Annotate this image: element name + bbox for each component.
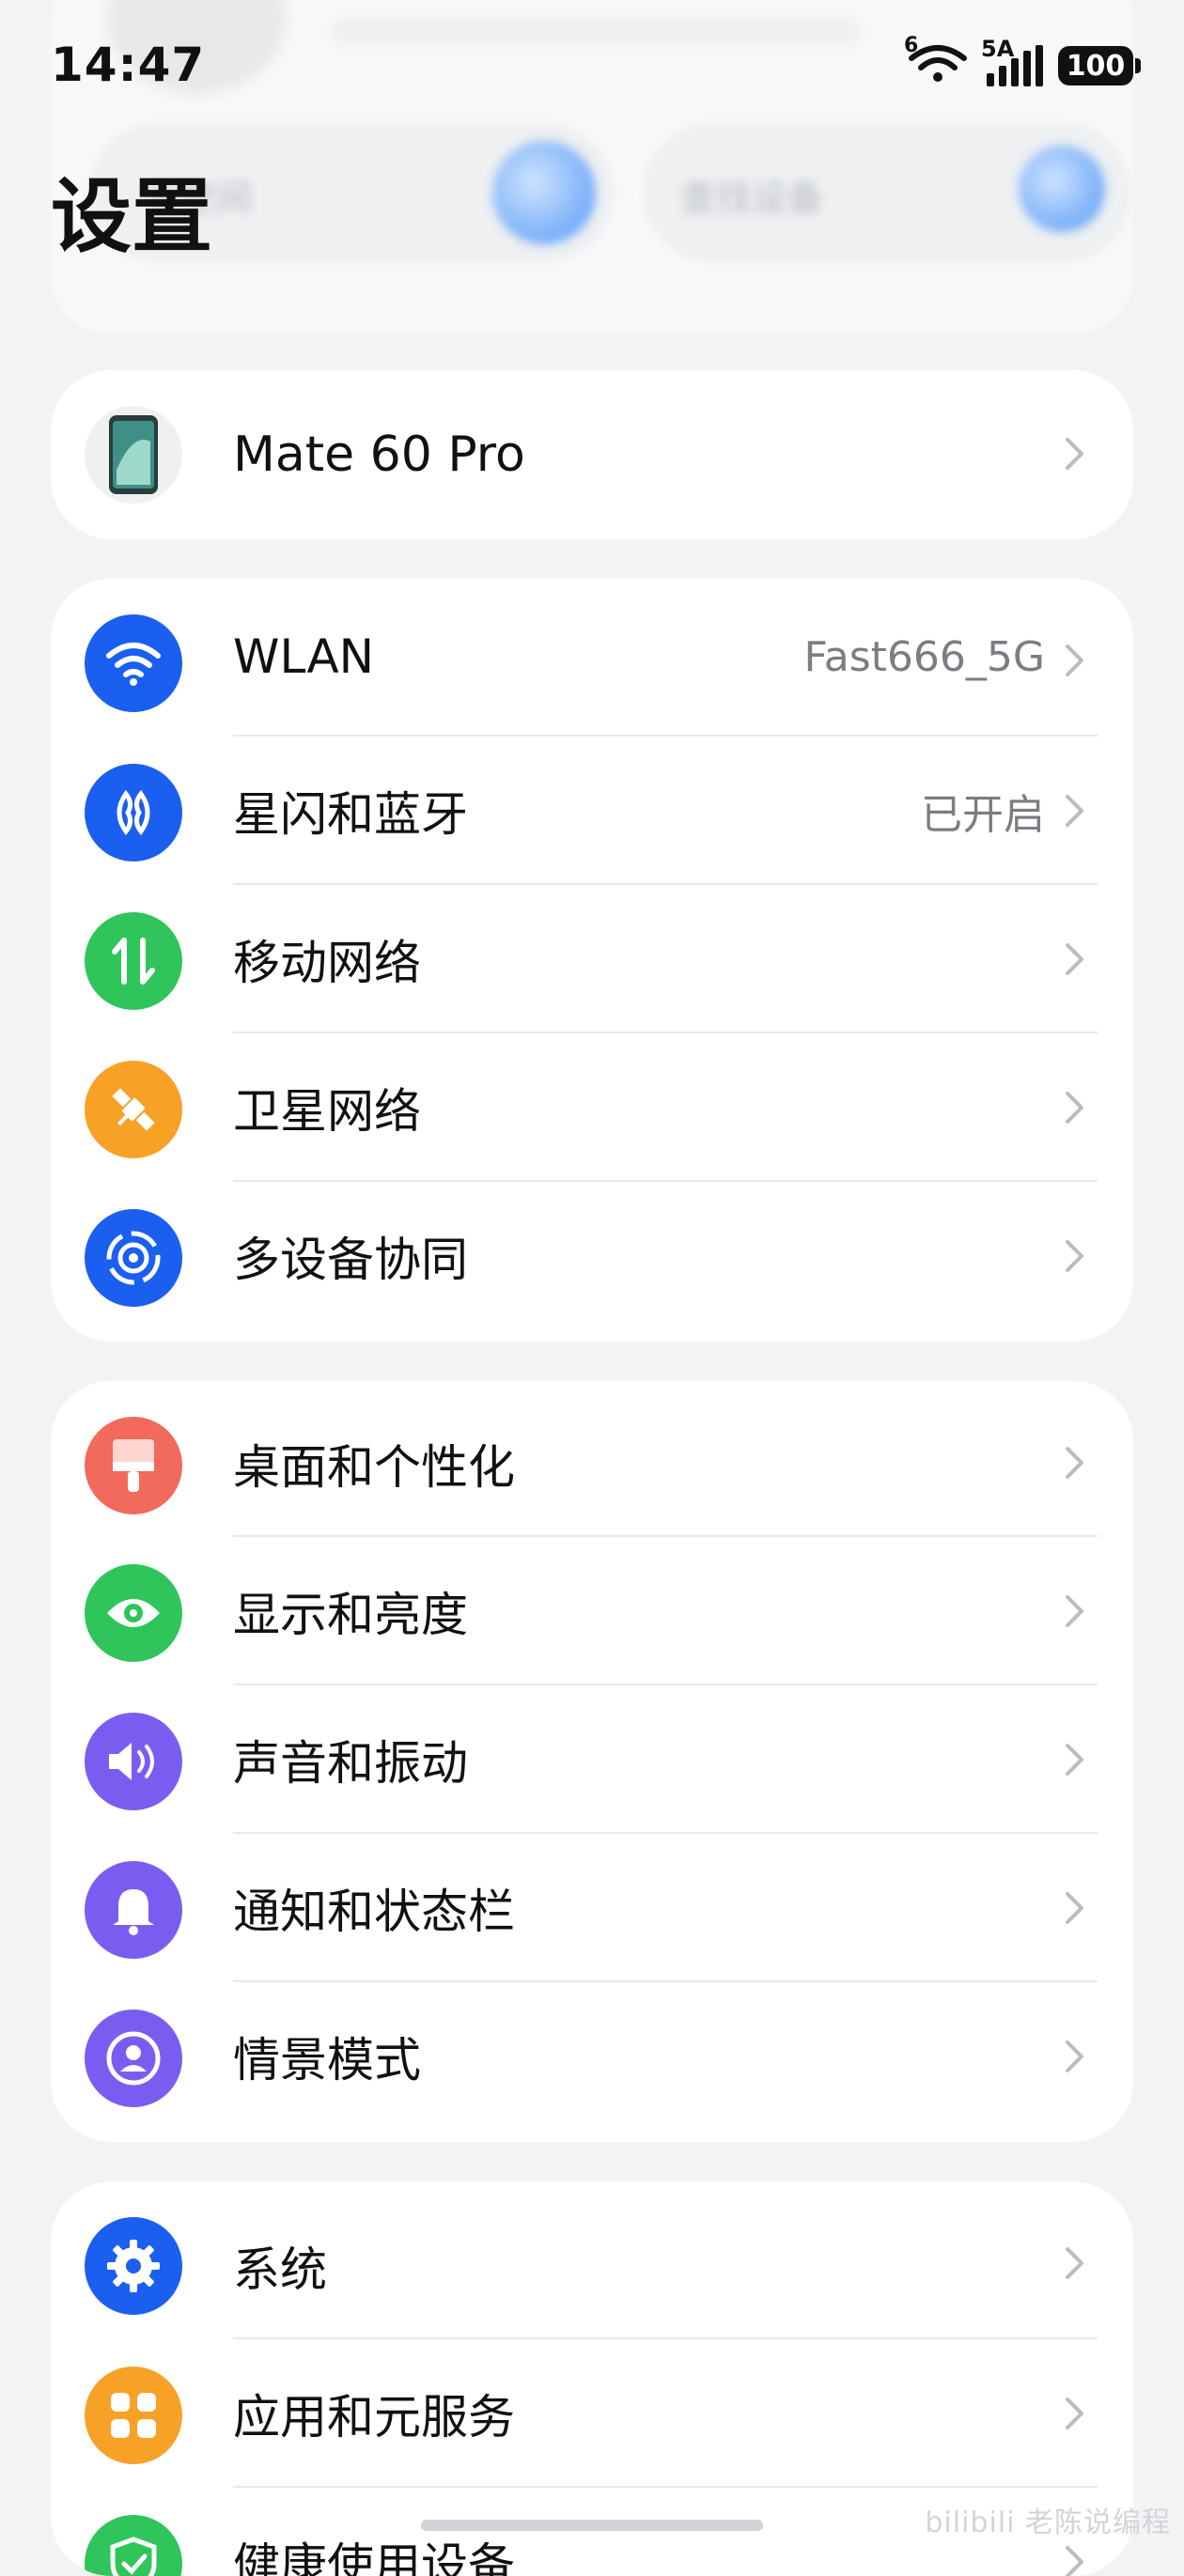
cellular-signal-icon: 5A — [981, 36, 1043, 86]
settings-item-scene-mode[interactable]: 情景模式 — [51, 1982, 1133, 2131]
speaker-icon — [85, 1713, 182, 1810]
personalization-card: 桌面和个性化 显示和亮度 声音和振动 通知和状态栏 情景模式 — [51, 1381, 1133, 2142]
device-name: Mate 60 Pro — [233, 427, 525, 483]
page-title: 设置 — [51, 170, 212, 264]
bluetooth-value: 已开启 — [921, 791, 1045, 839]
chevron-right-icon — [1066, 1092, 1083, 1124]
settings-item-display[interactable]: 显示和亮度 — [51, 1537, 1133, 1685]
status-icons: 6 5A 100 — [904, 34, 1141, 88]
mobile-network-label: 移动网络 — [233, 936, 421, 990]
find-device-label: 查找设备 — [680, 178, 824, 219]
settings-item-system[interactable]: 系统 — [51, 2181, 1133, 2339]
settings-item-apps[interactable]: 应用和元服务 — [51, 2339, 1133, 2488]
apps-label: 应用和元服务 — [233, 2390, 515, 2444]
settings-item-bluetooth[interactable]: 星闪和蓝牙 已开启 — [51, 737, 1133, 885]
apps-icon — [85, 2367, 182, 2464]
connectivity-card: WLAN Fast666_5G 星闪和蓝牙 已开启 移动网络 卫星网络 多设备协… — [51, 579, 1133, 1342]
clock: 14:47 — [51, 38, 206, 92]
display-label: 显示和亮度 — [233, 1588, 468, 1642]
chevron-right-icon — [1066, 2247, 1083, 2279]
scene-mode-label: 情景模式 — [233, 2033, 421, 2087]
wifi-tag: 6 — [904, 34, 919, 57]
bluetooth-icon — [85, 764, 182, 861]
gear-icon — [85, 2217, 182, 2315]
device-card[interactable]: Mate 60 Pro — [51, 370, 1133, 539]
bluetooth-label: 星闪和蓝牙 — [233, 787, 468, 842]
satellite-icon — [85, 1061, 182, 1158]
digital-balance-label: 健康使用设备 — [233, 2538, 515, 2576]
wlan-value: Fast666_5G — [803, 633, 1045, 681]
brush-icon — [85, 1417, 182, 1514]
settings-item-notifications[interactable]: 通知和状态栏 — [51, 1834, 1133, 1982]
chevron-right-icon — [1066, 2546, 1083, 2576]
settings-item-satellite[interactable]: 卫星网络 — [51, 1033, 1133, 1182]
multi-device-label: 多设备协同 — [233, 1233, 468, 1287]
chevron-right-icon — [1066, 644, 1083, 676]
radar-icon — [1019, 146, 1105, 232]
mobile-data-icon — [85, 912, 182, 1010]
desktop-label: 桌面和个性化 — [233, 1440, 515, 1495]
profile-icon — [85, 2010, 182, 2107]
device-row[interactable]: Mate 60 Pro — [51, 370, 1133, 539]
chevron-right-icon — [1066, 1744, 1083, 1776]
phone-icon — [85, 406, 182, 504]
shield-icon — [85, 2515, 182, 2576]
settings-item-sound[interactable]: 声音和振动 — [51, 1685, 1133, 1834]
status-bar: 14:47 6 5A 100 — [0, 0, 1184, 141]
chevron-right-icon — [1066, 438, 1083, 470]
chevron-right-icon — [1066, 1595, 1083, 1627]
wifi-icon — [85, 614, 182, 712]
chevron-right-icon — [1066, 2041, 1083, 2072]
network-type-tag: 5A — [981, 36, 1015, 62]
eye-icon — [85, 1564, 182, 1662]
watermark: bilibili 老陈说编程 — [925, 2506, 1171, 2539]
settings-item-multi-device[interactable]: 多设备协同 — [51, 1182, 1133, 1330]
satellite-label: 卫星网络 — [233, 1084, 421, 1139]
chevron-right-icon — [1066, 943, 1083, 975]
settings-item-mobile-network[interactable]: 移动网络 — [51, 885, 1133, 1033]
wifi-status-icon: 6 — [904, 34, 968, 88]
notifications-label: 通知和状态栏 — [233, 1885, 515, 1939]
find-device-button[interactable]: 查找设备 — [643, 122, 1131, 263]
bell-icon — [85, 1861, 182, 1959]
settings-item-desktop[interactable]: 桌面和个性化 — [51, 1381, 1133, 1537]
sound-label: 声音和振动 — [233, 1736, 468, 1791]
system-label: 系统 — [233, 2242, 327, 2297]
multi-device-icon — [85, 1209, 182, 1307]
chevron-right-icon — [1066, 2398, 1083, 2429]
cloud-icon — [492, 141, 596, 244]
chevron-right-icon — [1066, 1447, 1083, 1479]
chevron-right-icon — [1066, 795, 1083, 827]
chevron-right-icon — [1066, 1892, 1083, 1924]
settings-item-wlan[interactable]: WLAN Fast666_5G — [51, 579, 1133, 737]
wlan-label: WLAN — [233, 629, 375, 684]
home-indicator[interactable] — [421, 2520, 763, 2531]
chevron-right-icon — [1066, 1240, 1083, 1272]
battery-icon: 100 — [1058, 46, 1141, 85]
